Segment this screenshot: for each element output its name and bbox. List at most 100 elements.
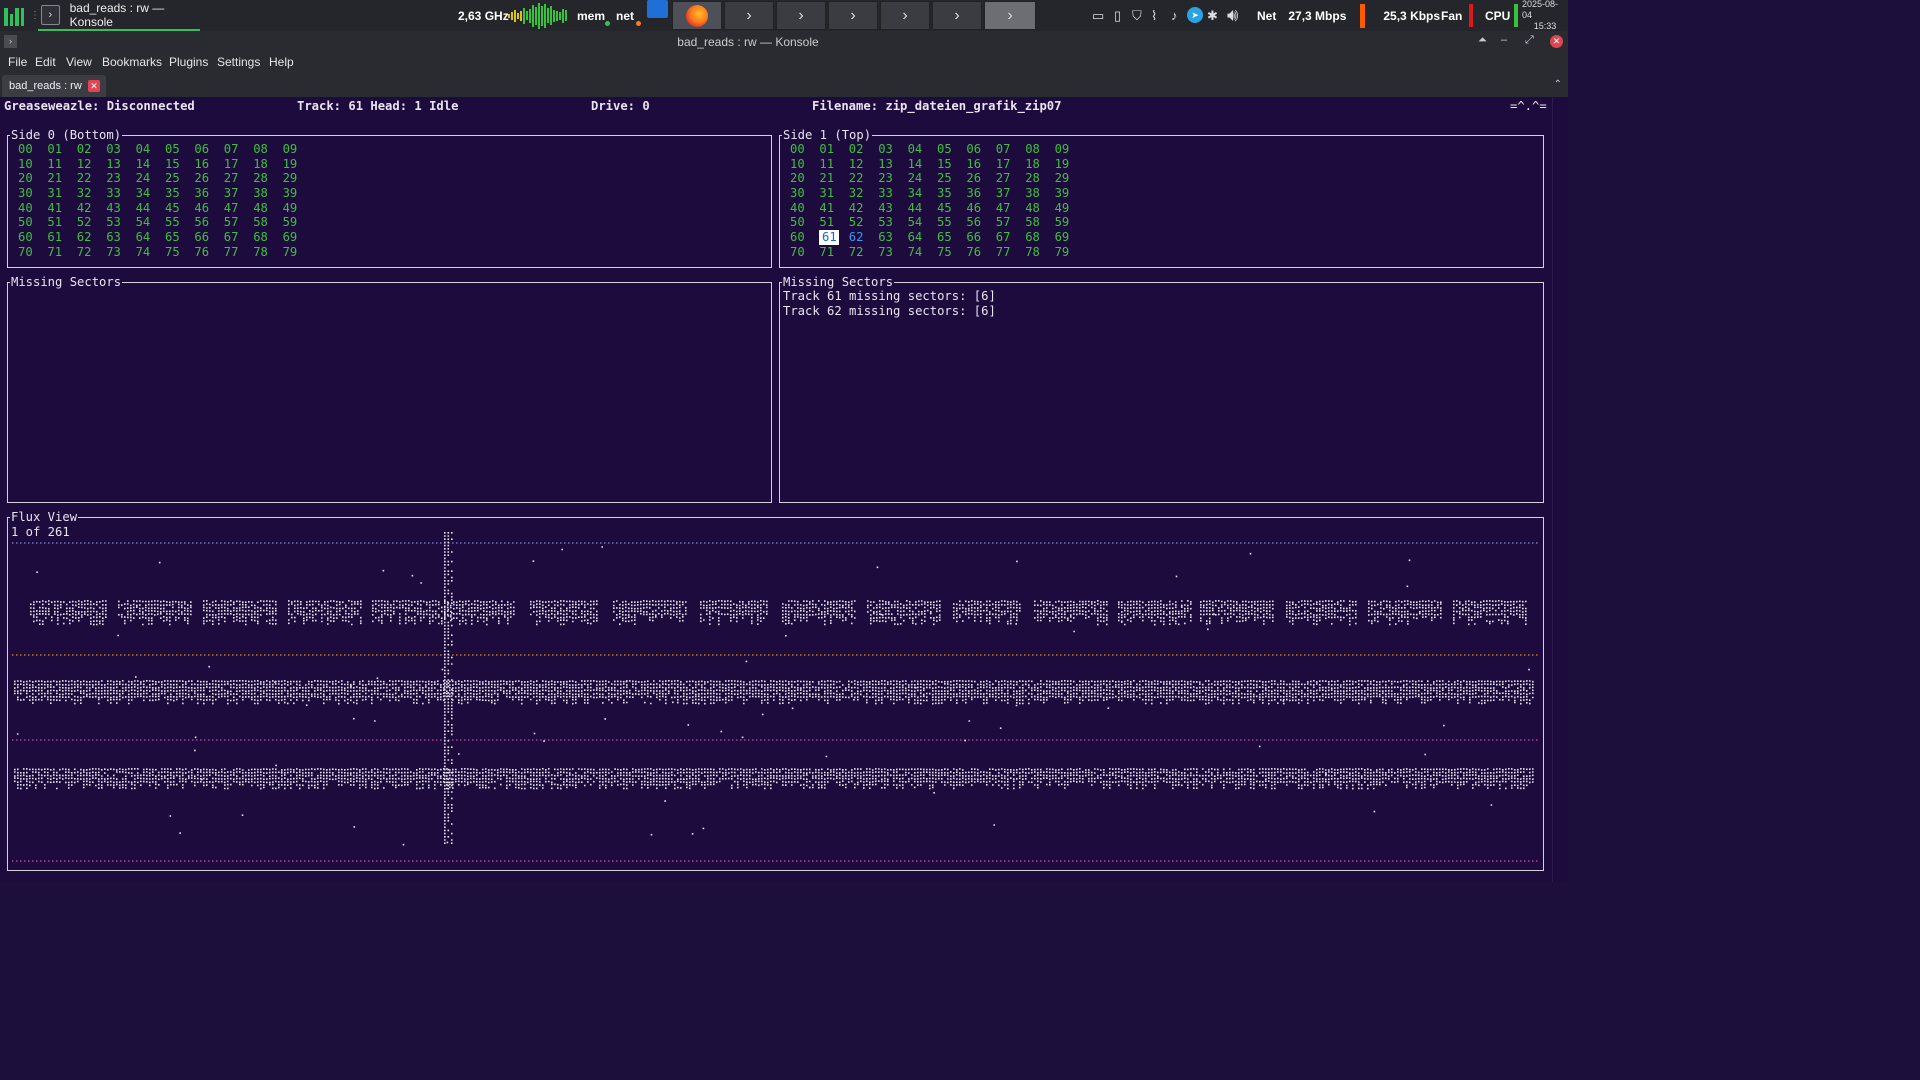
task-terminal-6[interactable]: ›	[932, 1, 982, 30]
track-cell[interactable]: 72	[849, 245, 869, 260]
task-firefox[interactable]	[672, 1, 722, 30]
track-cell[interactable]: 37	[224, 186, 244, 201]
task-terminal-2[interactable]: ›	[724, 1, 774, 30]
track-cell[interactable]: 06	[194, 142, 214, 157]
track-cell[interactable]: 27	[224, 171, 244, 186]
track-cell[interactable]: 26	[194, 171, 214, 186]
clock[interactable]: 2025-08-04 15:33	[1522, 0, 1568, 31]
track-cell[interactable]: 26	[966, 171, 986, 186]
track-cell[interactable]: 57	[996, 215, 1016, 230]
track-cell[interactable]: 51	[47, 215, 67, 230]
track-cell[interactable]: 04	[908, 142, 928, 157]
maximize-icon[interactable]: ⤢	[1525, 34, 1534, 47]
track-cell[interactable]: 66	[966, 230, 986, 245]
track-cell[interactable]: 19	[283, 157, 303, 172]
track-cell[interactable]: 27	[996, 171, 1016, 186]
track-cell-current[interactable]: 61	[819, 230, 840, 245]
menu-edit[interactable]: Edit	[35, 55, 56, 69]
track-cell[interactable]: 16	[194, 157, 214, 172]
track-cell[interactable]: 46	[194, 201, 214, 216]
track-cell[interactable]: 62	[77, 230, 97, 245]
track-cell[interactable]: 52	[77, 215, 97, 230]
track-cell[interactable]: 64	[136, 230, 156, 245]
track-cell[interactable]: 30	[18, 186, 38, 201]
track-cell[interactable]: 23	[878, 171, 898, 186]
track-cell[interactable]: 15	[937, 157, 957, 172]
track-cell[interactable]: 76	[966, 245, 986, 260]
track-cell[interactable]: 36	[194, 186, 214, 201]
track-cell[interactable]: 29	[1055, 171, 1075, 186]
track-cell[interactable]: 60	[790, 230, 810, 245]
track-cell[interactable]: 41	[819, 201, 839, 216]
terminal-area[interactable]: Greaseweazle: Disconnected Track: 61 Hea…	[0, 97, 1552, 882]
track-cell[interactable]: 48	[253, 201, 273, 216]
track-cell[interactable]: 08	[1025, 142, 1045, 157]
track-cell[interactable]: 43	[106, 201, 126, 216]
track-cell[interactable]: 67	[996, 230, 1016, 245]
track-cell[interactable]: 18	[253, 157, 273, 172]
track-cell[interactable]: 10	[18, 157, 38, 172]
track-cell[interactable]: 45	[165, 201, 185, 216]
track-cell[interactable]: 71	[819, 245, 839, 260]
task-terminal-4[interactable]: ›	[828, 1, 878, 30]
track-cell[interactable]: 07	[224, 142, 244, 157]
track-cell[interactable]: 38	[253, 186, 273, 201]
track-cell[interactable]: 63	[106, 230, 126, 245]
track-cell[interactable]: 21	[47, 171, 67, 186]
track-cell[interactable]: 36	[966, 186, 986, 201]
track-cell[interactable]: 22	[77, 171, 97, 186]
menu-plugins[interactable]: Plugins	[169, 55, 208, 69]
track-cell[interactable]: 17	[996, 157, 1016, 172]
track-cell[interactable]: 05	[165, 142, 185, 157]
track-cell[interactable]: 07	[996, 142, 1016, 157]
track-cell[interactable]: 52	[849, 215, 869, 230]
track-cell[interactable]: 02	[77, 142, 97, 157]
track-cell[interactable]: 78	[1025, 245, 1045, 260]
track-cell[interactable]: 67	[224, 230, 244, 245]
track-cell[interactable]: 45	[937, 201, 957, 216]
track-cell[interactable]: 70	[790, 245, 810, 260]
track-cell[interactable]: 06	[966, 142, 986, 157]
track-cell[interactable]: 75	[165, 245, 185, 260]
track-cell[interactable]: 12	[77, 157, 97, 172]
close-window-icon[interactable]: ✕	[1550, 35, 1563, 48]
track-cell[interactable]: 71	[47, 245, 67, 260]
clipboard-icon[interactable]: ▯	[1114, 0, 1121, 31]
track-cell[interactable]: 76	[194, 245, 214, 260]
track-cell[interactable]: 48	[1025, 201, 1045, 216]
track-cell[interactable]: 09	[1055, 142, 1075, 157]
track-cell[interactable]: 15	[165, 157, 185, 172]
track-cell[interactable]: 56	[966, 215, 986, 230]
track-cell[interactable]: 00	[790, 142, 810, 157]
track-cell[interactable]: 50	[790, 215, 810, 230]
track-cell[interactable]: 68	[1025, 230, 1045, 245]
track-cell[interactable]: 68	[253, 230, 273, 245]
track-cell[interactable]: 17	[224, 157, 244, 172]
track-cell[interactable]: 79	[1055, 245, 1075, 260]
task-konsole[interactable]: › bad_reads : rw — Konsole	[38, 0, 200, 31]
track-cell[interactable]: 21	[819, 171, 839, 186]
minimize-icon[interactable]: –	[1501, 34, 1507, 46]
display-icon[interactable]: ▭	[1092, 0, 1104, 31]
track-cell[interactable]: 05	[937, 142, 957, 157]
track-cell[interactable]: 09	[283, 142, 303, 157]
track-cell[interactable]: 01	[47, 142, 67, 157]
track-cell[interactable]: 11	[47, 157, 67, 172]
track-cell[interactable]: 43	[878, 201, 898, 216]
task-terminal-3[interactable]: ›	[776, 1, 826, 30]
track-cell[interactable]: 12	[849, 157, 869, 172]
track-cell[interactable]: 47	[996, 201, 1016, 216]
tab-bad-reads[interactable]: bad_reads : rw ✕	[2, 75, 106, 97]
track-cell[interactable]: 65	[165, 230, 185, 245]
track-cell[interactable]: 03	[878, 142, 898, 157]
track-cell[interactable]: 42	[77, 201, 97, 216]
volume-icon[interactable]: 🔊︎	[1227, 0, 1238, 31]
track-cell[interactable]: 34	[908, 186, 928, 201]
menu-file[interactable]: File	[8, 55, 27, 69]
track-cell[interactable]: 20	[18, 171, 38, 186]
track-cell[interactable]: 42	[849, 201, 869, 216]
track-cell[interactable]: 37	[996, 186, 1016, 201]
track-cell[interactable]: 46	[966, 201, 986, 216]
track-cell[interactable]: 50	[18, 215, 38, 230]
track-cell[interactable]: 29	[283, 171, 303, 186]
